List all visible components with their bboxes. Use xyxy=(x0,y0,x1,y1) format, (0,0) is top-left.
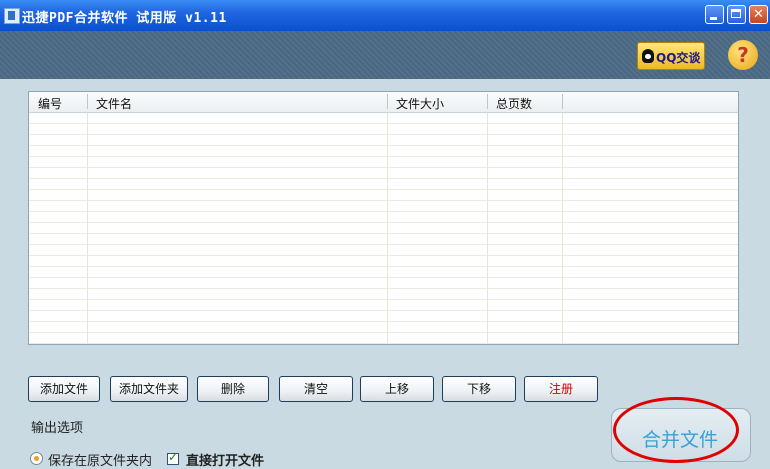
register-button[interactable]: 注册 xyxy=(524,376,598,402)
column-header-pages[interactable]: 总页数 xyxy=(496,95,532,112)
column-header-filesize[interactable]: 文件大小 xyxy=(396,95,444,112)
help-button[interactable]: ? xyxy=(728,40,758,70)
delete-button[interactable]: 删除 xyxy=(197,376,269,402)
minimize-button[interactable] xyxy=(705,5,724,24)
open-directly-label[interactable]: 直接打开文件 xyxy=(186,450,264,469)
qq-chat-label: QQ交谈 xyxy=(656,51,701,65)
clear-button[interactable]: 清空 xyxy=(279,376,353,402)
qq-chat-button[interactable]: QQ交谈 xyxy=(637,42,705,70)
column-divider xyxy=(387,94,388,109)
add-folder-button[interactable]: 添加文件夹 xyxy=(110,376,188,402)
maximize-icon xyxy=(731,9,741,18)
highlight-ellipse xyxy=(613,397,739,463)
column-gridline xyxy=(487,113,488,344)
column-divider xyxy=(487,94,488,109)
qq-penguin-icon xyxy=(642,49,654,63)
column-gridline xyxy=(387,113,388,344)
main-panel: 编号 文件名 文件大小 总页数 添加文件 添加文件夹 删除 清空 上移 下移 注… xyxy=(0,79,770,469)
close-icon: ✕ xyxy=(753,7,764,22)
column-gridline xyxy=(87,113,88,344)
output-options-label: 输出选项 xyxy=(31,421,84,436)
column-divider xyxy=(87,94,88,109)
title-bar: 迅捷PDF合并软件 试用版 v1.11 ✕ xyxy=(0,0,770,31)
column-header-filename[interactable]: 文件名 xyxy=(96,95,132,112)
window-title: 迅捷PDF合并软件 试用版 v1.11 xyxy=(22,11,227,26)
table-body[interactable] xyxy=(29,113,738,344)
column-divider xyxy=(562,94,563,109)
maximize-button[interactable] xyxy=(727,5,746,24)
save-in-source-radio[interactable] xyxy=(30,452,43,465)
close-button[interactable]: ✕ xyxy=(749,5,768,24)
move-up-button[interactable]: 上移 xyxy=(360,376,434,402)
move-down-button[interactable]: 下移 xyxy=(442,376,516,402)
add-file-button[interactable]: 添加文件 xyxy=(28,376,100,402)
minimize-icon xyxy=(710,17,717,20)
app-icon xyxy=(4,8,20,24)
table-header: 编号 文件名 文件大小 总页数 xyxy=(29,92,738,113)
open-directly-checkbox[interactable] xyxy=(167,450,179,465)
column-header-index[interactable]: 编号 xyxy=(38,95,62,112)
save-in-source-label[interactable]: 保存在原文件夹内 xyxy=(48,450,152,469)
file-table[interactable]: 编号 文件名 文件大小 总页数 xyxy=(28,91,739,345)
column-gridline xyxy=(562,113,563,344)
